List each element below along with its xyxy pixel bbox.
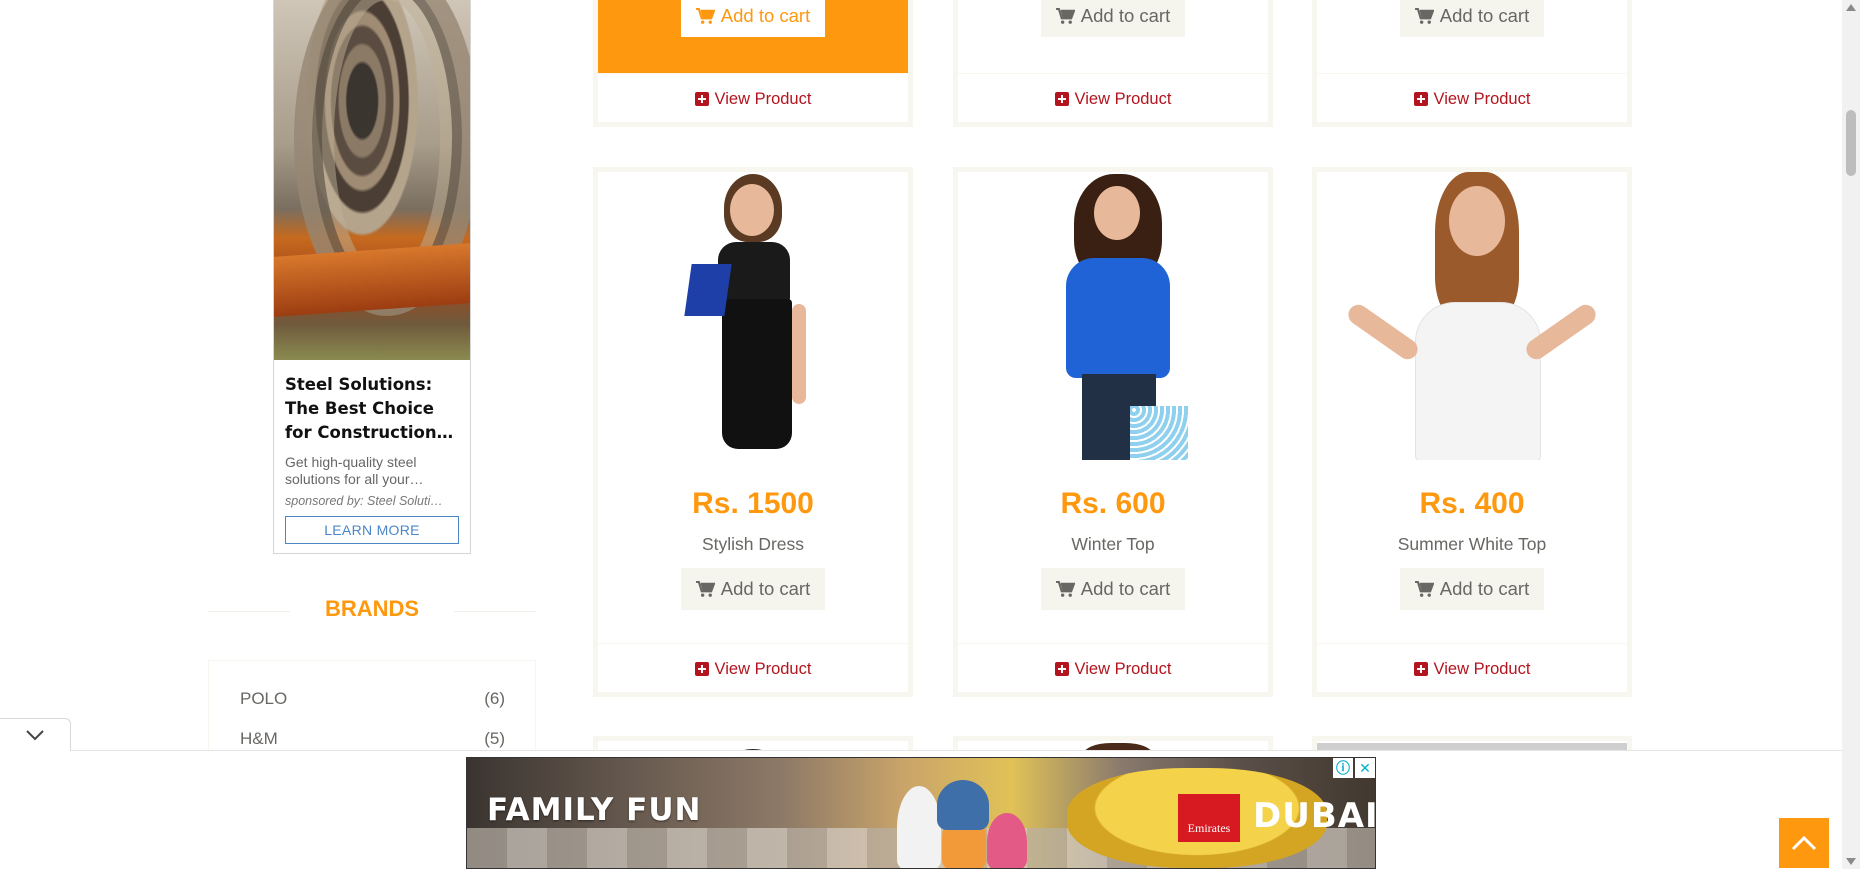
sidebar-ad-sponsor: sponsored by: Steel Soluti… [285, 494, 443, 508]
view-product-link[interactable]: View Product [958, 643, 1268, 694]
product-card: Add to cart View Product [593, 0, 913, 127]
cart-icon [695, 580, 715, 597]
view-product-link[interactable]: View Product [958, 73, 1268, 124]
product-card: Add to cart View Product [1312, 0, 1632, 127]
view-product-label: View Product [714, 89, 812, 108]
brands-heading: BRANDS [208, 594, 536, 624]
chevron-down-icon [26, 730, 44, 741]
sidebar-ad-image[interactable] [274, 0, 470, 360]
cart-icon [1414, 7, 1434, 24]
view-product-label: View Product [1074, 89, 1172, 108]
product-card: Rs. 600 Winter Top Add to cart View Prod… [953, 167, 1273, 697]
product-image[interactable] [958, 172, 1268, 460]
add-to-cart-button[interactable]: Add to cart [681, 0, 825, 37]
plus-square-icon [1413, 92, 1428, 106]
scroll-thumb[interactable] [1846, 110, 1856, 176]
view-product-label: View Product [714, 659, 812, 678]
sidebar-ad-title[interactable]: Steel Solutions: The Best Choice for Con… [285, 373, 459, 445]
close-icon[interactable]: ✕ [1355, 758, 1375, 778]
view-product-link[interactable]: View Product [598, 73, 908, 124]
sidebar-ad[interactable]: Steel Solutions: The Best Choice for Con… [273, 0, 471, 554]
ad-controls: ⓘ ✕ [1333, 758, 1375, 778]
plus-square-icon [694, 92, 709, 106]
sidebar-ad-description: Get high-quality steel solutions for all… [285, 454, 424, 487]
scroll-down-arrow[interactable] [1846, 858, 1856, 865]
brand-count: (5) [484, 729, 505, 748]
brand-count: (6) [484, 689, 505, 708]
add-to-cart-label: Add to cart [720, 5, 811, 26]
page-scrollbar[interactable] [1842, 0, 1860, 869]
product-name: Stylish Dress [701, 534, 805, 554]
product-card: Rs. 1500 Stylish Dress Add to cart View … [593, 167, 913, 697]
emirates-logo: Emirates [1178, 794, 1240, 842]
dubai-logo: DUBAI [1253, 796, 1376, 836]
add-to-cart-button[interactable]: Add to cart [1041, 0, 1185, 37]
add-to-cart-label: Add to cart [1439, 5, 1530, 26]
product-price: Rs. 1500 [692, 487, 814, 520]
view-product-label: View Product [1433, 89, 1531, 108]
brand-item-hm[interactable]: H&M (5) [240, 729, 505, 749]
learn-more-button[interactable]: LEARN MORE [285, 516, 459, 544]
product-price: Rs. 600 [1060, 487, 1166, 520]
cart-icon [1414, 580, 1434, 597]
product-image[interactable] [1317, 172, 1627, 460]
add-to-cart-label: Add to cart [1080, 578, 1171, 599]
add-to-cart-button[interactable]: Add to cart [1400, 568, 1544, 610]
cart-icon [1055, 7, 1075, 24]
plus-square-icon [694, 662, 709, 676]
brands-title: BRANDS [324, 596, 420, 621]
brand-name[interactable]: H&M [240, 729, 278, 749]
ad-info-icon[interactable]: ⓘ [1333, 758, 1353, 778]
add-to-cart-label: Add to cart [720, 578, 811, 599]
ad-headline: FAMILY FUN [487, 792, 702, 828]
view-product-label: View Product [1433, 659, 1531, 678]
plus-square-icon [1054, 92, 1069, 106]
product-name: Summer White Top [1397, 534, 1547, 554]
view-product-link[interactable]: View Product [1317, 643, 1627, 694]
chevron-up-icon [1791, 835, 1817, 851]
scroll-up-arrow[interactable] [1846, 4, 1856, 11]
view-product-link[interactable]: View Product [1317, 73, 1627, 124]
cart-icon [695, 7, 715, 24]
add-to-cart-button[interactable]: Add to cart [681, 568, 825, 610]
product-image[interactable] [598, 172, 908, 460]
plus-square-icon [1054, 662, 1069, 676]
anchor-ad-banner[interactable]: FAMILY FUN Emirates DUBAI ⓘ ✕ [466, 757, 1376, 869]
cart-icon [1055, 580, 1075, 597]
brand-name[interactable]: POLO [240, 689, 287, 709]
brands-list: POLO (6) H&M (5) [208, 660, 536, 760]
view-product-link[interactable]: View Product [598, 643, 908, 694]
product-name: Winter Top [1071, 534, 1155, 554]
brand-item-polo[interactable]: POLO (6) [240, 689, 505, 709]
collapse-ad-button[interactable] [0, 718, 71, 751]
add-to-cart-label: Add to cart [1439, 578, 1530, 599]
add-to-cart-button[interactable]: Add to cart [1041, 568, 1185, 610]
add-to-cart-button[interactable]: Add to cart [1400, 0, 1544, 37]
view-product-label: View Product [1074, 659, 1172, 678]
add-to-cart-label: Add to cart [1080, 5, 1171, 26]
product-price: Rs. 400 [1419, 487, 1525, 520]
plus-square-icon [1413, 662, 1428, 676]
product-card: Add to cart View Product [953, 0, 1273, 127]
product-card: Rs. 400 Summer White Top Add to cart Vie… [1312, 167, 1632, 697]
scroll-to-top-button[interactable] [1779, 818, 1829, 868]
